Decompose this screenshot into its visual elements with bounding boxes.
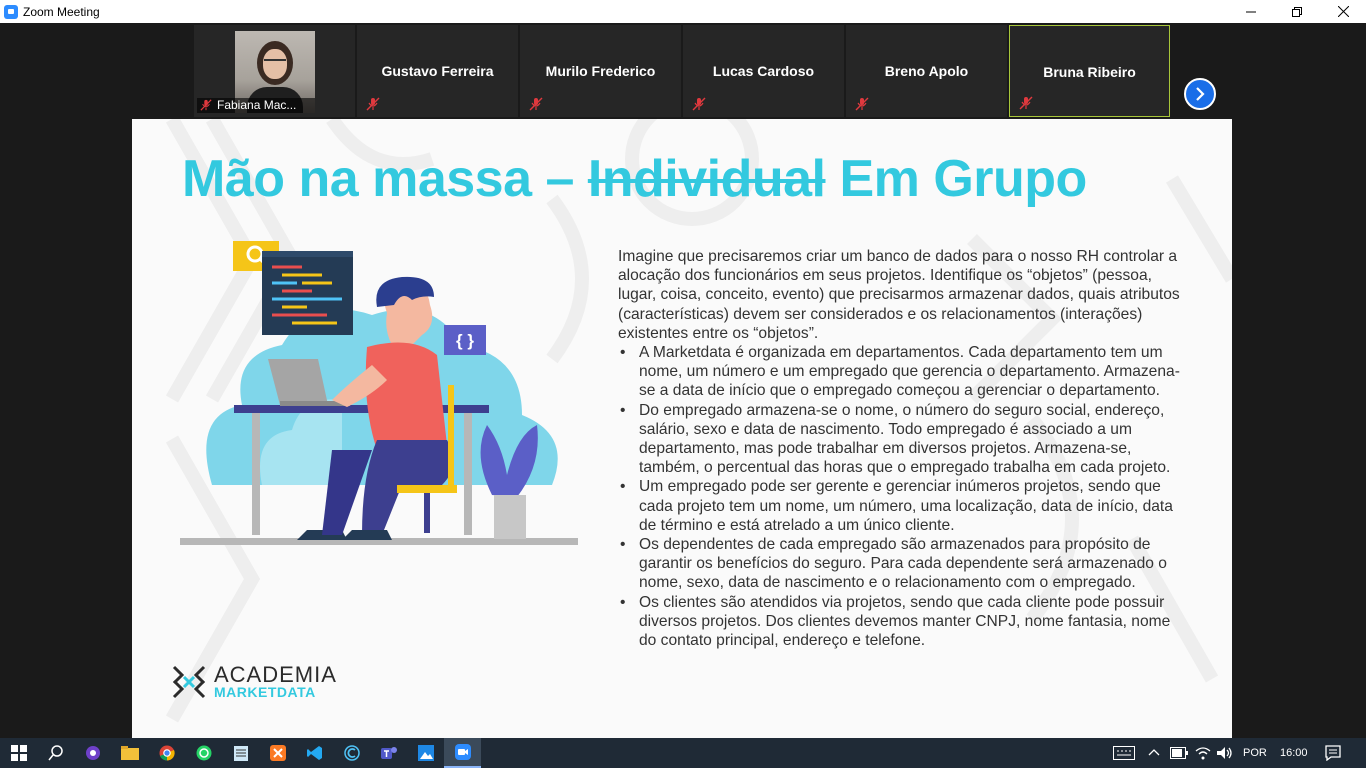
start-button[interactable] [0,738,37,768]
slide-bullet-list: A Marketdata é organizada em departament… [618,343,1186,650]
slide-bullet: Os dependentes de cada empregado são arm… [618,535,1186,593]
slide-title-struck: Individual [587,150,826,208]
window-controls [1228,0,1366,23]
windows-taskbar: POR 16:00 [0,738,1366,768]
participant-name: Lucas Cardoso [712,63,815,79]
teams-icon [380,747,397,759]
chrome-icon [159,745,175,761]
muted-mic-icon [692,97,706,111]
participant-name: Gustavo Ferreira [381,63,494,79]
participant-name: Murilo Frederico [545,63,656,79]
muted-mic-icon [855,97,869,111]
taskbar-app-notepad[interactable] [222,738,259,768]
slide-title-part1: Mão na massa – [182,150,588,208]
taskbar-app-zoom[interactable] [444,738,481,768]
taskbar-app-photos[interactable] [407,738,444,768]
participant-name-label: Fabiana Mac... [197,98,315,113]
muted-mic-icon [200,99,212,111]
taskbar-app-vscode[interactable] [296,738,333,768]
logo-text-marketdata: MARKETDATA [214,684,316,700]
chevron-up-icon[interactable] [1148,748,1160,756]
participant-tile[interactable]: Gustavo Ferreira [357,25,518,117]
chevron-right-icon [1196,87,1205,101]
slide-intro-paragraph: Imagine que precisaremos criar um banco … [618,248,1180,342]
close-icon [1337,6,1349,17]
taskbar-app-teams[interactable] [370,738,407,768]
taskbar-app-whatsapp[interactable] [185,738,222,768]
taskbar-app-c-icon[interactable] [333,738,370,768]
slide-title-part2: Em Grupo [825,150,1087,208]
restore-button[interactable] [1274,0,1320,23]
code-braces-label: { } [456,331,474,350]
participant-name: Breno Apolo [884,63,969,79]
photos-icon [417,745,434,761]
slide-body: Imagine que precisaremos criar um banco … [618,247,1186,650]
shared-screen-slide: Mão na massa – Individual Em Grupo { } I… [132,119,1232,738]
taskbar-app-file-explorer[interactable] [111,738,148,768]
window-titlebar: Zoom Meeting [0,0,1366,23]
search-icon [47,745,63,761]
muted-mic-icon [1019,96,1033,110]
muted-mic-icon [529,97,543,111]
volume-icon[interactable] [1217,746,1233,760]
slide-bullet: Os clientes são atendidos via projetos, … [618,593,1186,651]
c-letter-icon [343,745,360,761]
taskbar-app-github[interactable] [74,738,111,768]
taskbar-clock[interactable]: 16:00 [1280,738,1308,768]
logo-mark-icon [172,665,206,699]
slide-bullet: Do empregado armazena-se o nome, o númer… [618,401,1186,478]
muted-mic-icon [366,97,380,111]
notifications-icon[interactable] [1325,745,1341,761]
slide-bullet: A Marketdata é organizada em departament… [618,343,1186,401]
close-button[interactable] [1320,0,1366,23]
taskbar-app-xampp[interactable] [259,738,296,768]
input-language-indicator[interactable]: POR [1243,738,1267,768]
github-icon [85,746,100,760]
notepad-icon [233,746,248,761]
participant-tile[interactable]: Lucas Cardoso [683,25,844,117]
xampp-icon [269,745,286,761]
participant-tile-active-speaker[interactable]: Bruna Ribeiro [1009,25,1170,117]
next-page-button[interactable] [1184,78,1216,110]
folder-icon [120,746,139,760]
taskbar-app-chrome[interactable] [148,738,185,768]
minimize-icon [1246,11,1256,12]
academia-marketdata-logo: ACADEMIA MARKETDATA [172,662,337,700]
participant-name: Bruna Ribeiro [1043,64,1136,80]
developer-illustration: { } [180,241,578,545]
participant-tile[interactable]: Breno Apolo [846,25,1007,117]
battery-icon[interactable] [1170,747,1188,759]
logo-text-academia: ACADEMIA [214,662,337,687]
participant-tile[interactable]: Murilo Frederico [520,25,681,117]
zoom-icon [454,744,471,760]
vscode-icon [306,746,322,760]
slide-title: Mão na massa – Individual Em Grupo [182,149,1087,209]
wifi-icon[interactable] [1195,746,1211,760]
whatsapp-icon [196,745,211,761]
minimize-button[interactable] [1228,0,1274,23]
windows-logo-icon [10,745,27,761]
taskbar-search-button[interactable] [37,738,74,768]
slide-bullet: Um empregado pode ser gerente e gerencia… [618,477,1186,535]
zoom-app-icon [4,4,18,19]
keyboard-icon[interactable] [1113,746,1135,760]
restore-icon [1292,6,1302,17]
window-title: Zoom Meeting [23,4,100,19]
